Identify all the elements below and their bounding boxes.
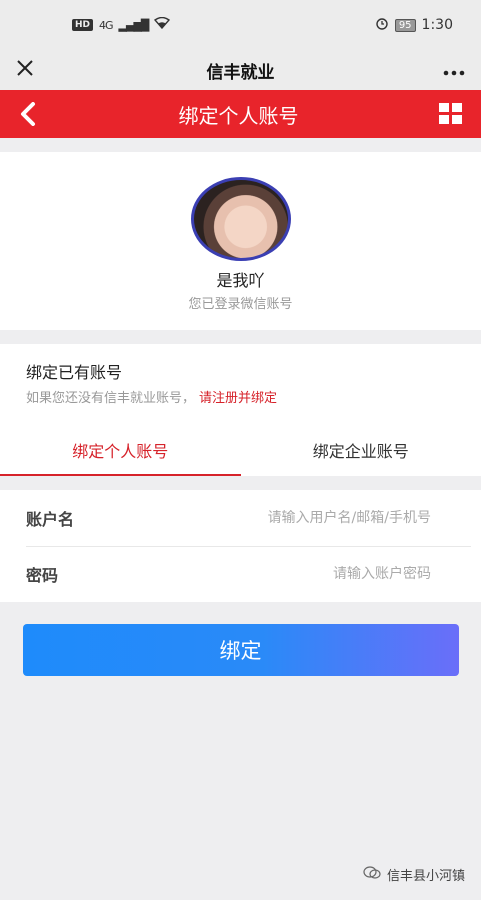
password-row: 密码 — [0, 546, 481, 602]
watermark-text: 信丰县小河镇 — [386, 869, 465, 884]
hd-icon: HD — [72, 19, 94, 31]
register-link[interactable]: 请注册并绑定 — [199, 391, 277, 406]
alarm-icon — [375, 16, 389, 34]
mini-program-bar: 信丰就业 — [0, 50, 481, 90]
bind-section-title: 绑定已有账号 — [26, 363, 123, 382]
signal-icon: ▂▄▆█ — [118, 18, 150, 32]
bind-account-section: 绑定已有账号 如果您还没有信丰就业账号， 请注册并绑定 绑定个人账号 绑定企业账号 — [0, 344, 481, 476]
user-nickname: 是我吖 — [216, 271, 265, 290]
status-left: HD 4G ▂▄▆█ — [72, 16, 171, 33]
password-label: 密码 — [26, 566, 59, 585]
wifi-icon — [154, 16, 171, 33]
tab-enterprise-account[interactable]: 绑定企业账号 — [241, 432, 481, 476]
more-icon[interactable] — [441, 60, 465, 81]
account-label: 账户名 — [26, 510, 75, 529]
account-type-tabs: 绑定个人账号 绑定企业账号 — [0, 432, 481, 476]
bind-button[interactable]: 绑定 — [22, 624, 459, 676]
mini-program-title: 信丰就业 — [206, 62, 275, 83]
bind-form: 账户名 密码 — [0, 490, 481, 602]
account-row: 账户名 — [0, 490, 481, 546]
page-header: 绑定个人账号 — [0, 90, 481, 138]
watermark: 信丰县小河镇 — [363, 865, 465, 884]
network-label: 4G — [99, 18, 113, 32]
login-status-note: 您已登录微信账号 — [188, 297, 293, 312]
page-title: 绑定个人账号 — [178, 103, 299, 128]
close-icon[interactable] — [16, 58, 40, 83]
grid-menu-icon[interactable] — [439, 103, 463, 125]
battery-icon: 95 — [394, 18, 416, 32]
account-input[interactable] — [171, 510, 431, 526]
tab-personal-account[interactable]: 绑定个人账号 — [0, 432, 241, 476]
wechat-account-icon — [363, 865, 381, 884]
status-bar: HD 4G ▂▄▆█ 95 1:30 — [0, 0, 481, 50]
bind-hint: 如果您还没有信丰就业账号， 请注册并绑定 — [26, 387, 277, 406]
avatar — [190, 177, 291, 261]
bind-hint-text: 如果您还没有信丰就业账号， — [26, 391, 196, 406]
clock: 1:30 — [421, 17, 453, 33]
password-input[interactable] — [171, 566, 431, 582]
back-icon[interactable] — [18, 102, 38, 126]
status-right: 95 1:30 — [375, 16, 453, 34]
profile-card: 是我吖 您已登录微信账号 — [0, 152, 481, 330]
